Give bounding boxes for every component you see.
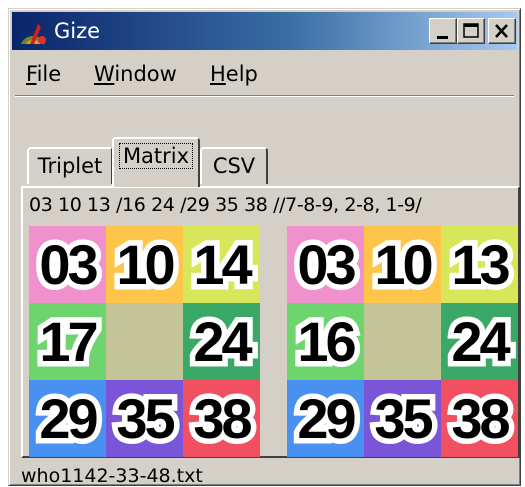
menu-file-mnemonic: F [26, 62, 37, 86]
cell-number: 17 [34, 305, 104, 379]
minimize-button[interactable] [429, 18, 457, 44]
app-window: Gize File Window Help Triplet Matrix CSV… [8, 8, 521, 487]
menu-window-mnemonic: W [94, 62, 115, 86]
matrix-right-cell [364, 303, 441, 380]
sequence-text: 03 10 13 /16 24 /29 35 38 //7-8-9, 2-8, … [29, 194, 422, 216]
menu-bar: File Window Help [12, 53, 517, 95]
matrix-right-cell: 16 [287, 303, 364, 380]
tab-matrix[interactable]: Matrix [112, 137, 200, 187]
menu-window[interactable]: Window [94, 61, 177, 87]
matrix-right-cell: 24 [441, 303, 518, 380]
matrix-right-cell: 13 [441, 226, 518, 303]
cell-number: 10 [369, 228, 439, 302]
menu-help[interactable]: Help [210, 61, 258, 87]
menu-window-rest: indow [114, 62, 177, 86]
menu-separator [15, 95, 514, 97]
minimize-icon [437, 36, 448, 39]
cell-number: 16 [292, 305, 362, 379]
cell-number: 14 [188, 228, 258, 302]
cell-number: 35 [369, 382, 439, 456]
cell-number [106, 303, 183, 380]
tab-triplet-label: Triplet [37, 154, 103, 178]
cell-number: 35 [111, 382, 181, 456]
matrix-left-cell: 35 [106, 380, 183, 457]
cell-number: 24 [188, 305, 258, 379]
matrix-left-cell: 24 [183, 303, 260, 380]
cell-number: 38 [188, 382, 258, 456]
title-bar[interactable]: Gize [12, 12, 517, 50]
matrix-right-cell: 10 [364, 226, 441, 303]
menu-help-mnemonic: H [210, 62, 226, 86]
tab-triplet[interactable]: Triplet [27, 147, 113, 184]
matrix-right-cell: 35 [364, 380, 441, 457]
matrix-left-cell: 10 [106, 226, 183, 303]
tab-csv-label: CSV [212, 154, 256, 178]
matrix-panel: 03 10 13 /16 24 /29 35 38 //7-8-9, 2-8, … [21, 186, 520, 458]
cell-number: 38 [446, 382, 516, 456]
matrix-left-cell: 14 [183, 226, 260, 303]
close-icon [495, 24, 508, 38]
maximize-icon [463, 23, 479, 38]
cell-number: 13 [446, 228, 516, 302]
menu-file[interactable]: File [26, 61, 61, 87]
matrix-left-cell: 29 [29, 380, 106, 457]
matrix-left-cell: 38 [183, 380, 260, 457]
app-icon [21, 24, 46, 44]
tab-matrix-label: Matrix [118, 143, 194, 169]
matrix-left-cell: 17 [29, 303, 106, 380]
cell-number: 29 [292, 382, 362, 456]
tab-csv[interactable]: CSV [200, 147, 268, 184]
close-button[interactable] [488, 18, 516, 44]
matrix-right-cell: 29 [287, 380, 364, 457]
status-filename: who1142-33-48.txt [21, 465, 203, 487]
window-title: Gize [54, 19, 101, 43]
cell-number: 03 [292, 228, 362, 302]
matrix-left-cell: 03 [29, 226, 106, 303]
cell-number [364, 303, 441, 380]
cell-number: 10 [111, 228, 181, 302]
matrix-left-cell [106, 303, 183, 380]
cell-number: 29 [34, 382, 104, 456]
matrix-right-cell: 38 [441, 380, 518, 457]
menu-file-rest: ile [36, 62, 62, 86]
cell-number: 03 [34, 228, 104, 302]
maximize-button[interactable] [457, 18, 485, 44]
menu-help-rest: elp [225, 62, 258, 86]
matrix-right-cell: 03 [287, 226, 364, 303]
cell-number: 24 [446, 305, 516, 379]
